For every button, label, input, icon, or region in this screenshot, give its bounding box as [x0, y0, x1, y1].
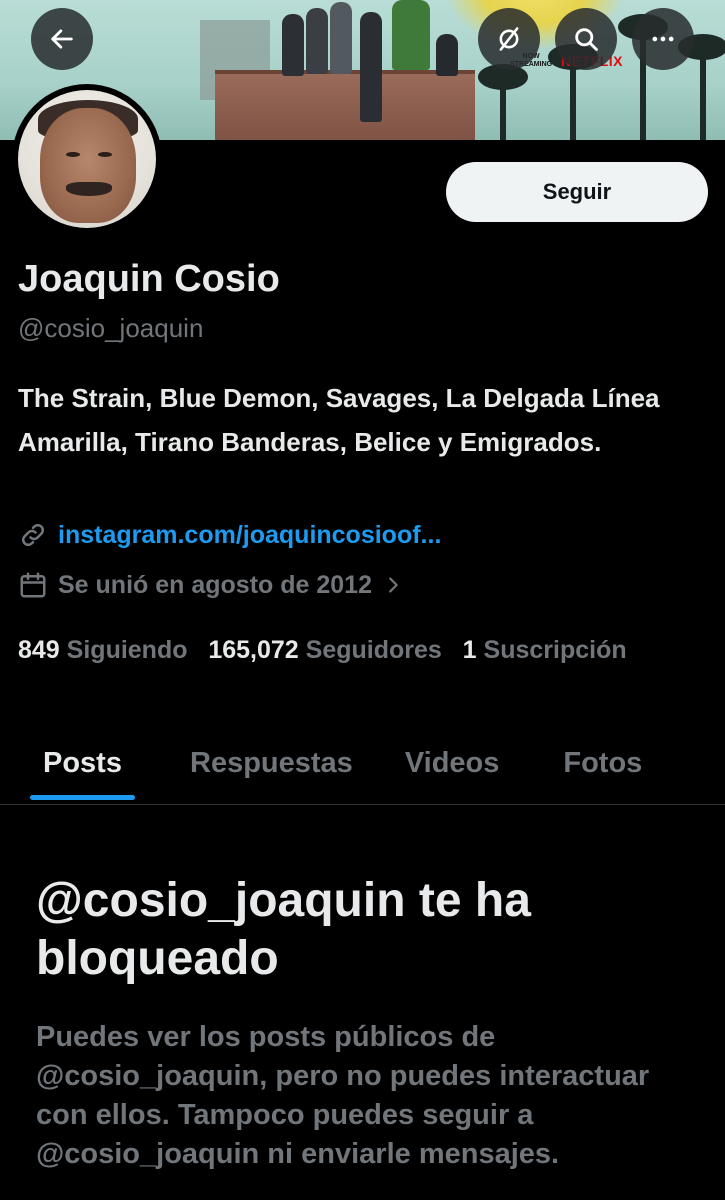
search-icon [575, 28, 598, 51]
profile-website[interactable]: instagram.com/joaquincosioof... [18, 520, 441, 550]
following-count: 849 [18, 636, 60, 664]
banner-figure [436, 34, 458, 76]
calendar-icon [20, 572, 46, 598]
tab-videos-label: Videos [404, 746, 500, 779]
more-options-button[interactable] [632, 8, 694, 70]
subscriptions-label: Suscripción [483, 636, 627, 664]
more-horizontal-icon [652, 36, 674, 42]
banner-figure [282, 14, 304, 76]
banner-palm [478, 64, 528, 140]
profile-join-date[interactable]: Se unió en agosto de 2012 [18, 570, 404, 600]
blocked-title: @cosio_joaquin te ha bloqueado [36, 874, 531, 985]
slash-circle-icon [499, 27, 519, 51]
avatar-eye [98, 152, 112, 157]
grok-button[interactable] [478, 8, 540, 70]
banner-figure [330, 2, 352, 74]
tab-fotos-label: Fotos [563, 746, 643, 779]
tab-respuestas[interactable]: Respuestas [190, 730, 353, 796]
banner-figure [392, 0, 430, 70]
avatar-photo [18, 90, 156, 228]
profile-handle: @cosio_joaquin [18, 313, 204, 343]
followers-count: 165,072 [208, 636, 299, 664]
tab-respuestas-label: Respuestas [190, 746, 353, 779]
avatar-mustache [66, 182, 112, 196]
back-button[interactable] [31, 8, 93, 70]
tab-posts[interactable]: Posts [30, 730, 135, 800]
arrow-left-icon [51, 29, 73, 49]
banner-figure [306, 8, 328, 74]
subscriptions-count: 1 [462, 636, 477, 664]
banner-palm [678, 34, 725, 140]
followers-label: Seguidores [305, 636, 442, 664]
banner-palm [548, 44, 598, 140]
follow-button[interactable]: Seguir [446, 162, 708, 222]
following-label: Siguiendo [66, 636, 188, 664]
profile-name: Joaquin Cosio [18, 258, 280, 300]
tab-videos[interactable]: Videos [405, 730, 500, 796]
profile-tabs: Posts Respuestas Videos Fotos [0, 730, 725, 805]
join-date-text: Se unió en agosto de 2012 [58, 570, 372, 599]
profile-bio: The Strain, Blue Demon, Savages, La Delg… [18, 383, 660, 457]
link-icon [21, 523, 45, 547]
avatar-eye [66, 152, 80, 157]
tab-posts-label: Posts [43, 746, 122, 779]
avatar-face [40, 108, 136, 223]
website-link[interactable]: instagram.com/joaquincosioof... [58, 521, 441, 550]
followers-stat[interactable]: 165,072 Seguidores [208, 636, 441, 664]
subscriptions-stat[interactable]: 1 Suscripción [463, 636, 627, 664]
profile-stats: 849 Siguiendo 165,072 Seguidores 1 Suscr… [18, 628, 698, 672]
following-stat[interactable]: 849 Siguiendo [18, 636, 188, 664]
active-tab-indicator [30, 795, 135, 800]
banner-figure [360, 12, 382, 122]
blocked-description: Puedes ver los posts públicos de @cosio_… [36, 1021, 650, 1170]
banner-building [215, 70, 475, 140]
avatar[interactable] [12, 84, 162, 234]
search-button[interactable] [555, 8, 617, 70]
tab-fotos[interactable]: Fotos [563, 730, 642, 796]
chevron-right-icon [389, 577, 398, 593]
